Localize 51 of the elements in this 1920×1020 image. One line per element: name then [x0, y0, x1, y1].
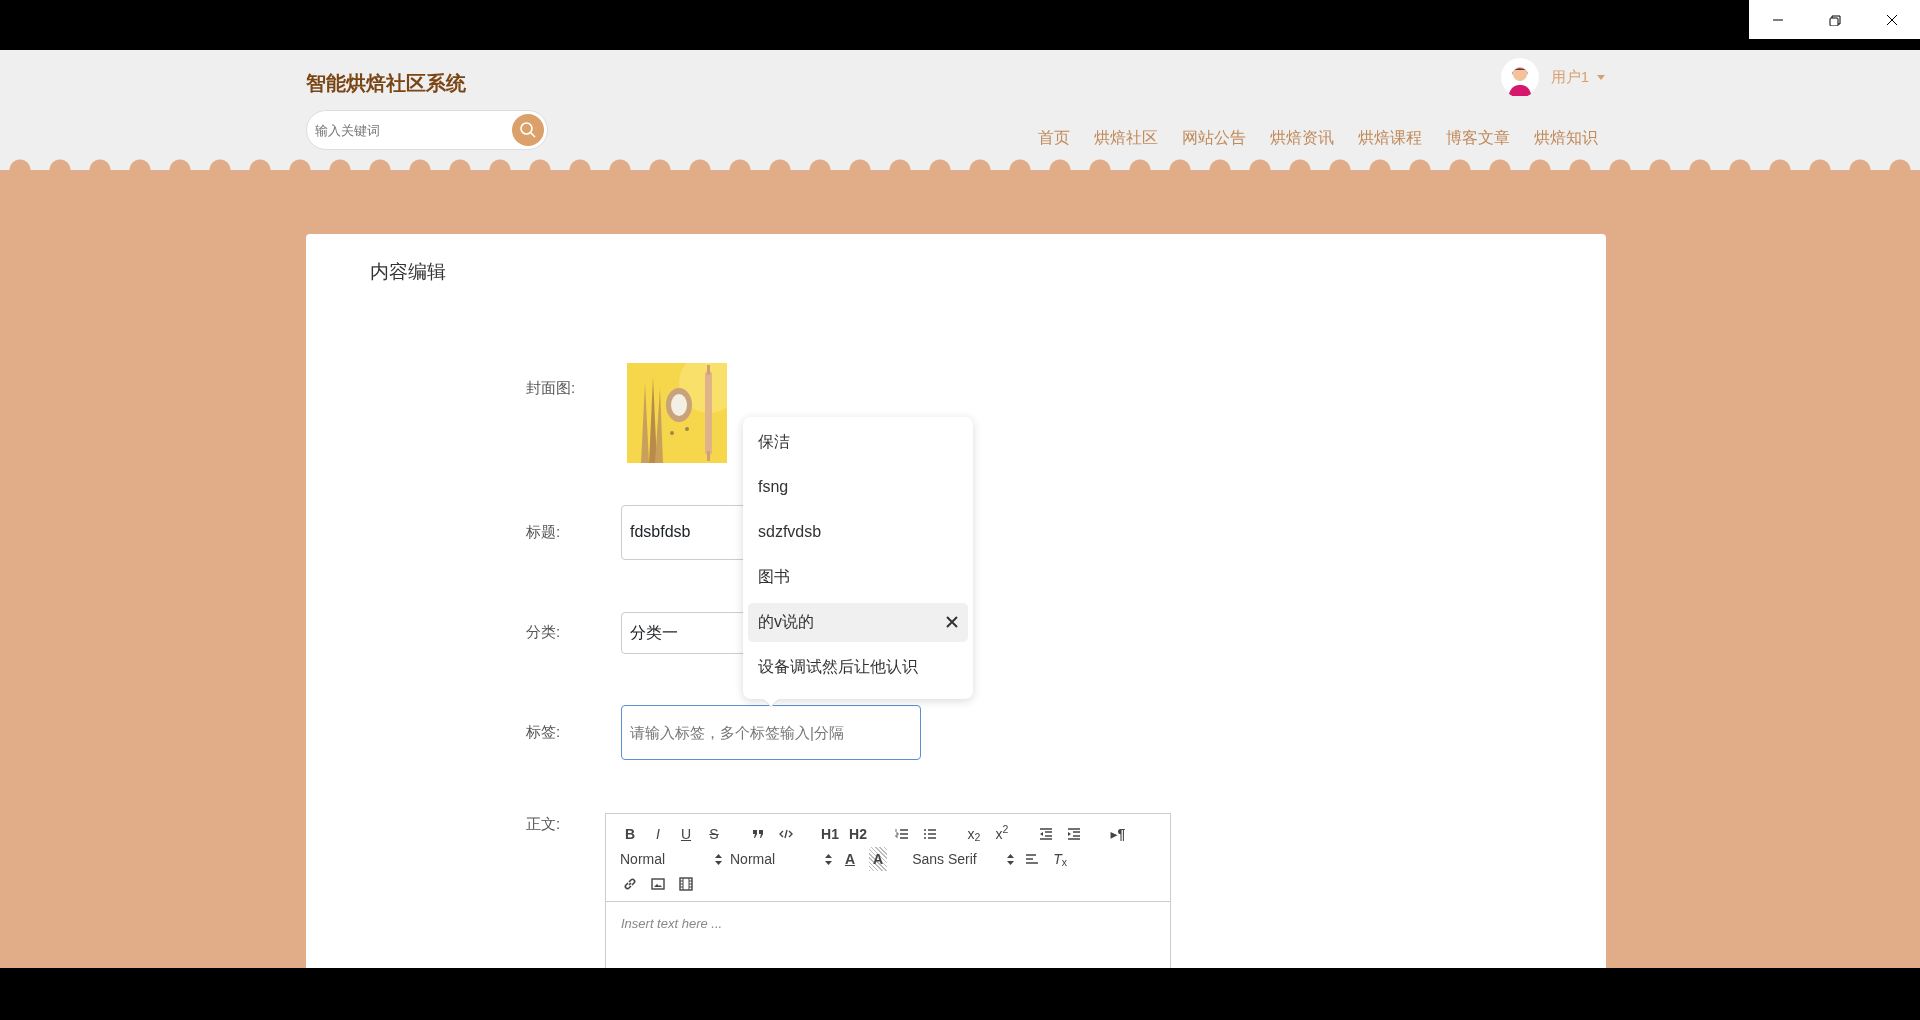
toolbar-button[interactable]: x$_{2}$ [960, 822, 988, 846]
tags-field[interactable]: 请输入标签，多个标签输入|分隔 [621, 704, 921, 760]
updown-icon [825, 853, 832, 865]
link-icon [623, 877, 637, 891]
updown-icon [715, 853, 722, 865]
suggestion-item[interactable]: 图书 [748, 557, 968, 597]
site-title: 智能烘焙社区系统 [306, 71, 466, 96]
toolbar-button[interactable]: T$_{x}$ [1046, 847, 1075, 871]
field-label: 正文: [526, 813, 562, 834]
dropdown-select[interactable]: Normal [616, 847, 726, 871]
field-label: 封面图: [526, 377, 577, 398]
toolbar-button[interactable]: I [644, 822, 672, 846]
search-field[interactable]: 输入关键词 [306, 110, 548, 150]
image-icon [651, 877, 665, 891]
avatar-icon [1500, 58, 1539, 96]
field-label: 标签: [526, 721, 562, 742]
toolbar-button[interactable]: A [869, 847, 888, 871]
card-title: 内容编辑 [370, 260, 447, 284]
suggestion-item[interactable]: sdzfvdsb [748, 512, 968, 552]
toolbar-button[interactable]: H1 [816, 822, 844, 846]
toolbar-button[interactable]: H2 [844, 822, 872, 846]
toolbar-button[interactable]: A [836, 847, 864, 871]
updown-icon [1007, 853, 1015, 865]
toolbar-button[interactable]: B [616, 822, 644, 846]
search-icon [519, 121, 537, 139]
toolbar-button[interactable]: ▸¶ [1104, 822, 1132, 846]
code-icon [779, 827, 793, 841]
suggestion-item[interactable]: 设备调试然后让他认识 [748, 647, 968, 687]
numbered-list-icon [895, 827, 909, 841]
toolbar-button[interactable]: x$^{2}$ [988, 822, 1016, 846]
field-label: 分类: [526, 622, 562, 643]
toolbar-button[interactable]: U [672, 822, 700, 846]
suggestion-item[interactable]: 保洁 [748, 422, 968, 462]
bullet-list-icon [923, 827, 937, 841]
suggestion-item[interactable]: fsng [748, 467, 968, 507]
caret-icon [1597, 74, 1605, 80]
quote-icon [751, 827, 765, 841]
restore-icon [1827, 13, 1842, 26]
close-icon [946, 616, 958, 628]
suggestion-item[interactable]: 的v说的 [748, 602, 968, 642]
dropdown-select[interactable]: Normal [726, 847, 836, 871]
field-label: 标题: [526, 521, 562, 542]
align-left-icon [1025, 852, 1040, 866]
dropdown-select[interactable]: Sans Serif [908, 847, 1019, 871]
editor-text-area[interactable]: Insert text here ... [606, 901, 1170, 968]
outdent-icon [1039, 827, 1053, 841]
remove-button[interactable] [946, 616, 958, 628]
film-icon [679, 877, 693, 891]
indent-icon [1067, 827, 1081, 841]
close-icon [1884, 13, 1899, 26]
toolbar-button[interactable]: S [700, 822, 728, 846]
